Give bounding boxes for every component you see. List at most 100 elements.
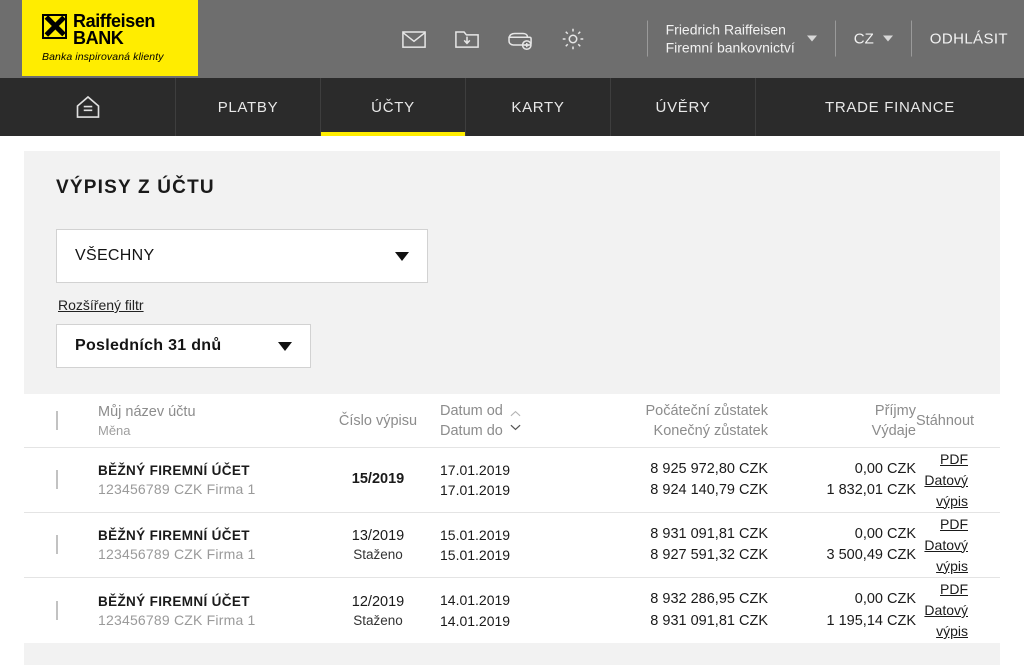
sort-arrows[interactable] — [510, 410, 521, 431]
opening-balance: 8 932 286,95 CZK — [650, 591, 768, 608]
statement-status: Staženo — [353, 547, 403, 562]
statement-number: 12/2019 — [351, 593, 405, 610]
header-divider-1 — [646, 21, 648, 57]
nav-item-home[interactable] — [0, 78, 176, 136]
raiffeisen-logo[interactable]: Raiffeisen BANK Banka inspirovaná klient… — [22, 0, 198, 76]
col-header-turnover[interactable]: Příjmy Výdaje — [768, 401, 916, 441]
account-cell: BĚŽNÝ FIREMNÍ ÚČET 123456789 CZK Firma 1 — [98, 528, 316, 562]
nav-item-uvery[interactable]: ÚVĚRY — [611, 78, 756, 136]
account-number: 123456789 CZK Firma 1 — [98, 546, 256, 562]
statements-table: Můj název účtu Měna Číslo výpisu Datum o… — [24, 394, 1000, 643]
col-header-closing-balance: Konečný zůstatek — [653, 422, 768, 439]
gear-icon[interactable] — [559, 25, 587, 53]
top-header-bar: Raiffeisen BANK Banka inspirovaná klient… — [0, 0, 1024, 78]
chevron-up-icon — [510, 410, 521, 417]
date-to: 17.01.2019 — [440, 482, 511, 498]
balances-cell: 8 932 286,95 CZK 8 931 091,81 CZK — [580, 589, 768, 631]
chevron-down-icon[interactable] — [882, 36, 893, 42]
account-name: BĚŽNÝ FIREMNÍ ÚČET — [98, 593, 250, 609]
download-pdf-link[interactable]: PDF — [916, 449, 968, 470]
row-checkbox[interactable] — [56, 470, 58, 489]
row-checkbox[interactable] — [56, 600, 58, 620]
col-header-opening-balance: Počáteční zůstatek — [645, 402, 768, 419]
wallet-add-icon[interactable] — [506, 25, 534, 53]
select-all-checkbox[interactable] — [56, 410, 58, 430]
statement-number: 15/2019 — [351, 470, 405, 487]
nav-label: ÚVĚRY — [655, 98, 711, 116]
statement-status: Staženo — [353, 612, 403, 628]
select-all-cell — [56, 410, 98, 430]
nav-label: ÚČTY — [371, 98, 415, 116]
table-row[interactable]: BĚŽNÝ FIREMNÍ ÚČET 123456789 CZK Firma 1… — [24, 513, 1000, 578]
statement-number-cell: 12/2019 Staženo — [316, 594, 440, 628]
download-data-link[interactable]: Datový výpis — [916, 535, 968, 577]
folder-download-icon[interactable] — [453, 25, 481, 53]
account-filter-value: VŠECHNY — [75, 247, 155, 264]
row-select-cell — [56, 600, 98, 620]
income-amount: 0,00 CZK — [854, 591, 916, 608]
expense-amount: 1 832,01 CZK — [826, 482, 916, 498]
col-header-currency: Měna — [98, 422, 131, 438]
account-number: 123456789 CZK Firma 1 — [98, 481, 256, 497]
logo-name-line2: BANK — [73, 27, 124, 48]
closing-balance: 8 931 091,81 CZK — [650, 612, 768, 629]
language-label: CZ — [853, 30, 874, 48]
download-data-link[interactable]: Datový výpis — [916, 600, 968, 642]
main-navigation: PLATBY ÚČTY KARTY ÚVĚRY TRADE FINANCE — [0, 78, 1024, 136]
mail-icon[interactable] — [400, 25, 428, 53]
account-name: BĚŽNÝ FIREMNÍ ÚČET — [98, 528, 250, 543]
expense-amount: 1 195,14 CZK — [826, 612, 916, 629]
chevron-down-icon[interactable] — [806, 36, 817, 42]
logout-button[interactable]: ODHLÁSIT — [930, 31, 1008, 48]
statement-number-cell: 13/2019 Staženo — [316, 528, 440, 562]
header-account-area: Friedrich Raiffeisen Firemní bankovnictv… — [646, 21, 1008, 58]
date-to: 15.01.2019 — [440, 547, 511, 563]
col-header-date-to: Datum do — [440, 422, 503, 439]
col-header-dates[interactable]: Datum od Datum do — [440, 401, 580, 441]
turnover-cell: 0,00 CZK 1 832,01 CZK — [768, 459, 916, 501]
user-menu[interactable]: Friedrich Raiffeisen Firemní bankovnictv… — [666, 21, 817, 58]
logo-name-line1: Raiffeisen — [73, 10, 156, 31]
date-from: 17.01.2019 — [440, 461, 511, 478]
table-row[interactable]: BĚŽNÝ FIREMNÍ ÚČET 123456789 CZK Firma 1… — [24, 448, 1000, 513]
advanced-filter-link[interactable]: Rozšířený filtr — [58, 297, 144, 313]
download-data-link[interactable]: Datový výpis — [916, 470, 968, 512]
turnover-cell: 0,00 CZK 1 195,14 CZK — [768, 589, 916, 631]
dates-cell: 14.01.2019 14.01.2019 — [440, 590, 580, 631]
user-name: Friedrich Raiffeisen — [665, 21, 786, 38]
row-checkbox[interactable] — [56, 535, 58, 554]
download-cell: PDF Datový výpis — [916, 514, 968, 577]
closing-balance: 8 927 591,32 CZK — [650, 547, 768, 563]
date-from: 14.01.2019 — [440, 592, 511, 609]
nav-item-trade-finance[interactable]: TRADE FINANCE — [756, 78, 1024, 136]
nav-item-platby[interactable]: PLATBY — [176, 78, 321, 136]
table-header-row: Můj název účtu Měna Číslo výpisu Datum o… — [24, 394, 1000, 448]
home-icon — [76, 95, 99, 118]
income-amount: 0,00 CZK — [854, 525, 916, 542]
statement-number-cell: 15/2019 — [316, 471, 440, 490]
download-pdf-link[interactable]: PDF — [916, 579, 968, 600]
balances-cell: 8 925 972,80 CZK 8 924 140,79 CZK — [580, 459, 768, 501]
col-header-balances[interactable]: Počáteční zůstatek Konečný zůstatek — [580, 401, 768, 441]
row-select-cell — [56, 470, 98, 489]
balances-cell: 8 931 091,81 CZK 8 927 591,32 CZK — [580, 524, 768, 566]
table-row[interactable]: BĚŽNÝ FIREMNÍ ÚČET 123456789 CZK Firma 1… — [24, 578, 1000, 643]
account-filter-select[interactable]: VŠECHNY — [56, 229, 428, 283]
period-filter-select[interactable]: Posledních 31 dnů — [56, 324, 311, 368]
chevron-down-icon — [278, 341, 292, 351]
nav-item-ucty[interactable]: ÚČTY — [321, 78, 466, 136]
date-to: 14.01.2019 — [440, 612, 511, 629]
download-pdf-link[interactable]: PDF — [916, 514, 968, 535]
nav-item-karty[interactable]: KARTY — [466, 78, 611, 136]
dates-cell: 15.01.2019 15.01.2019 — [440, 525, 580, 566]
nav-label: TRADE FINANCE — [825, 98, 955, 116]
download-cell: PDF Datový výpis — [916, 579, 968, 642]
col-header-account[interactable]: Můj název účtu Měna — [98, 402, 316, 440]
language-selector[interactable]: CZ — [854, 31, 893, 48]
statement-number: 13/2019 — [351, 528, 405, 544]
dates-cell: 17.01.2019 17.01.2019 — [440, 460, 580, 501]
chevron-down-icon — [395, 251, 409, 261]
logo-tagline: Banka inspirovaná klienty — [42, 51, 164, 64]
col-header-statement-number[interactable]: Číslo výpisu — [316, 412, 440, 430]
chevron-down-icon — [510, 424, 521, 431]
